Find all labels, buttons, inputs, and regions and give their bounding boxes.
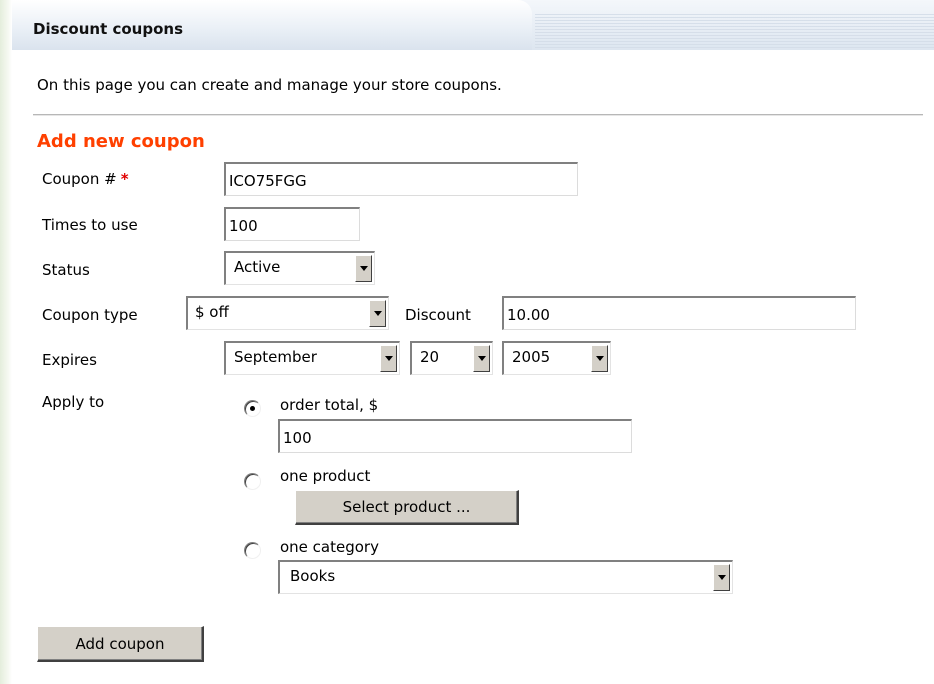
expires-month-select[interactable]: September xyxy=(224,341,400,375)
chevron-down-icon[interactable] xyxy=(369,300,386,327)
coupon-number-input[interactable] xyxy=(224,162,578,196)
header-decoration xyxy=(535,14,934,50)
one-product-label: one product xyxy=(280,467,371,485)
one-category-radio[interactable] xyxy=(244,542,261,559)
left-edge-strip xyxy=(0,0,12,684)
discount-input[interactable] xyxy=(502,296,856,330)
chevron-down-icon[interactable] xyxy=(473,345,490,372)
coupon-number-label-text: Coupon # xyxy=(42,170,117,188)
coupon-number-label: Coupon # * xyxy=(42,170,129,188)
coupon-type-select[interactable]: $ off xyxy=(186,296,389,330)
radio-selected-dot xyxy=(250,406,255,411)
expires-day-value: 20 xyxy=(420,348,440,366)
times-to-use-input[interactable] xyxy=(224,207,360,241)
coupon-type-select-value: $ off xyxy=(195,303,229,321)
status-select[interactable]: Active xyxy=(224,251,375,285)
section-title: Add new coupon xyxy=(37,131,205,152)
required-mark: * xyxy=(120,170,129,188)
status-label: Status xyxy=(42,261,90,279)
add-coupon-button[interactable]: Add coupon xyxy=(37,626,204,662)
discount-label: Discount xyxy=(405,306,471,324)
times-to-use-label: Times to use xyxy=(42,216,138,234)
page-description: On this page you can create and manage y… xyxy=(37,76,502,94)
chevron-down-icon[interactable] xyxy=(591,345,608,372)
category-select[interactable]: Books xyxy=(278,560,733,594)
apply-to-label: Apply to xyxy=(42,393,105,411)
expires-day-select[interactable]: 20 xyxy=(410,341,493,375)
page-title: Discount coupons xyxy=(33,20,183,38)
one-category-label: one category xyxy=(280,538,379,556)
coupon-type-label: Coupon type xyxy=(42,306,138,324)
chevron-down-icon[interactable] xyxy=(713,564,730,591)
expires-year-select[interactable]: 2005 xyxy=(502,341,611,375)
divider xyxy=(33,114,923,116)
select-product-button[interactable]: Select product ... xyxy=(295,490,519,525)
one-product-radio[interactable] xyxy=(244,473,261,490)
order-total-radio[interactable] xyxy=(244,400,261,417)
category-select-value: Books xyxy=(290,567,336,585)
status-select-value: Active xyxy=(234,258,281,276)
order-total-input[interactable] xyxy=(278,419,632,453)
chevron-down-icon[interactable] xyxy=(380,345,397,372)
order-total-label: order total, $ xyxy=(280,396,379,414)
expires-year-value: 2005 xyxy=(512,348,551,366)
chevron-down-icon[interactable] xyxy=(355,255,372,282)
expires-month-value: September xyxy=(234,348,317,366)
expires-label: Expires xyxy=(42,351,97,369)
